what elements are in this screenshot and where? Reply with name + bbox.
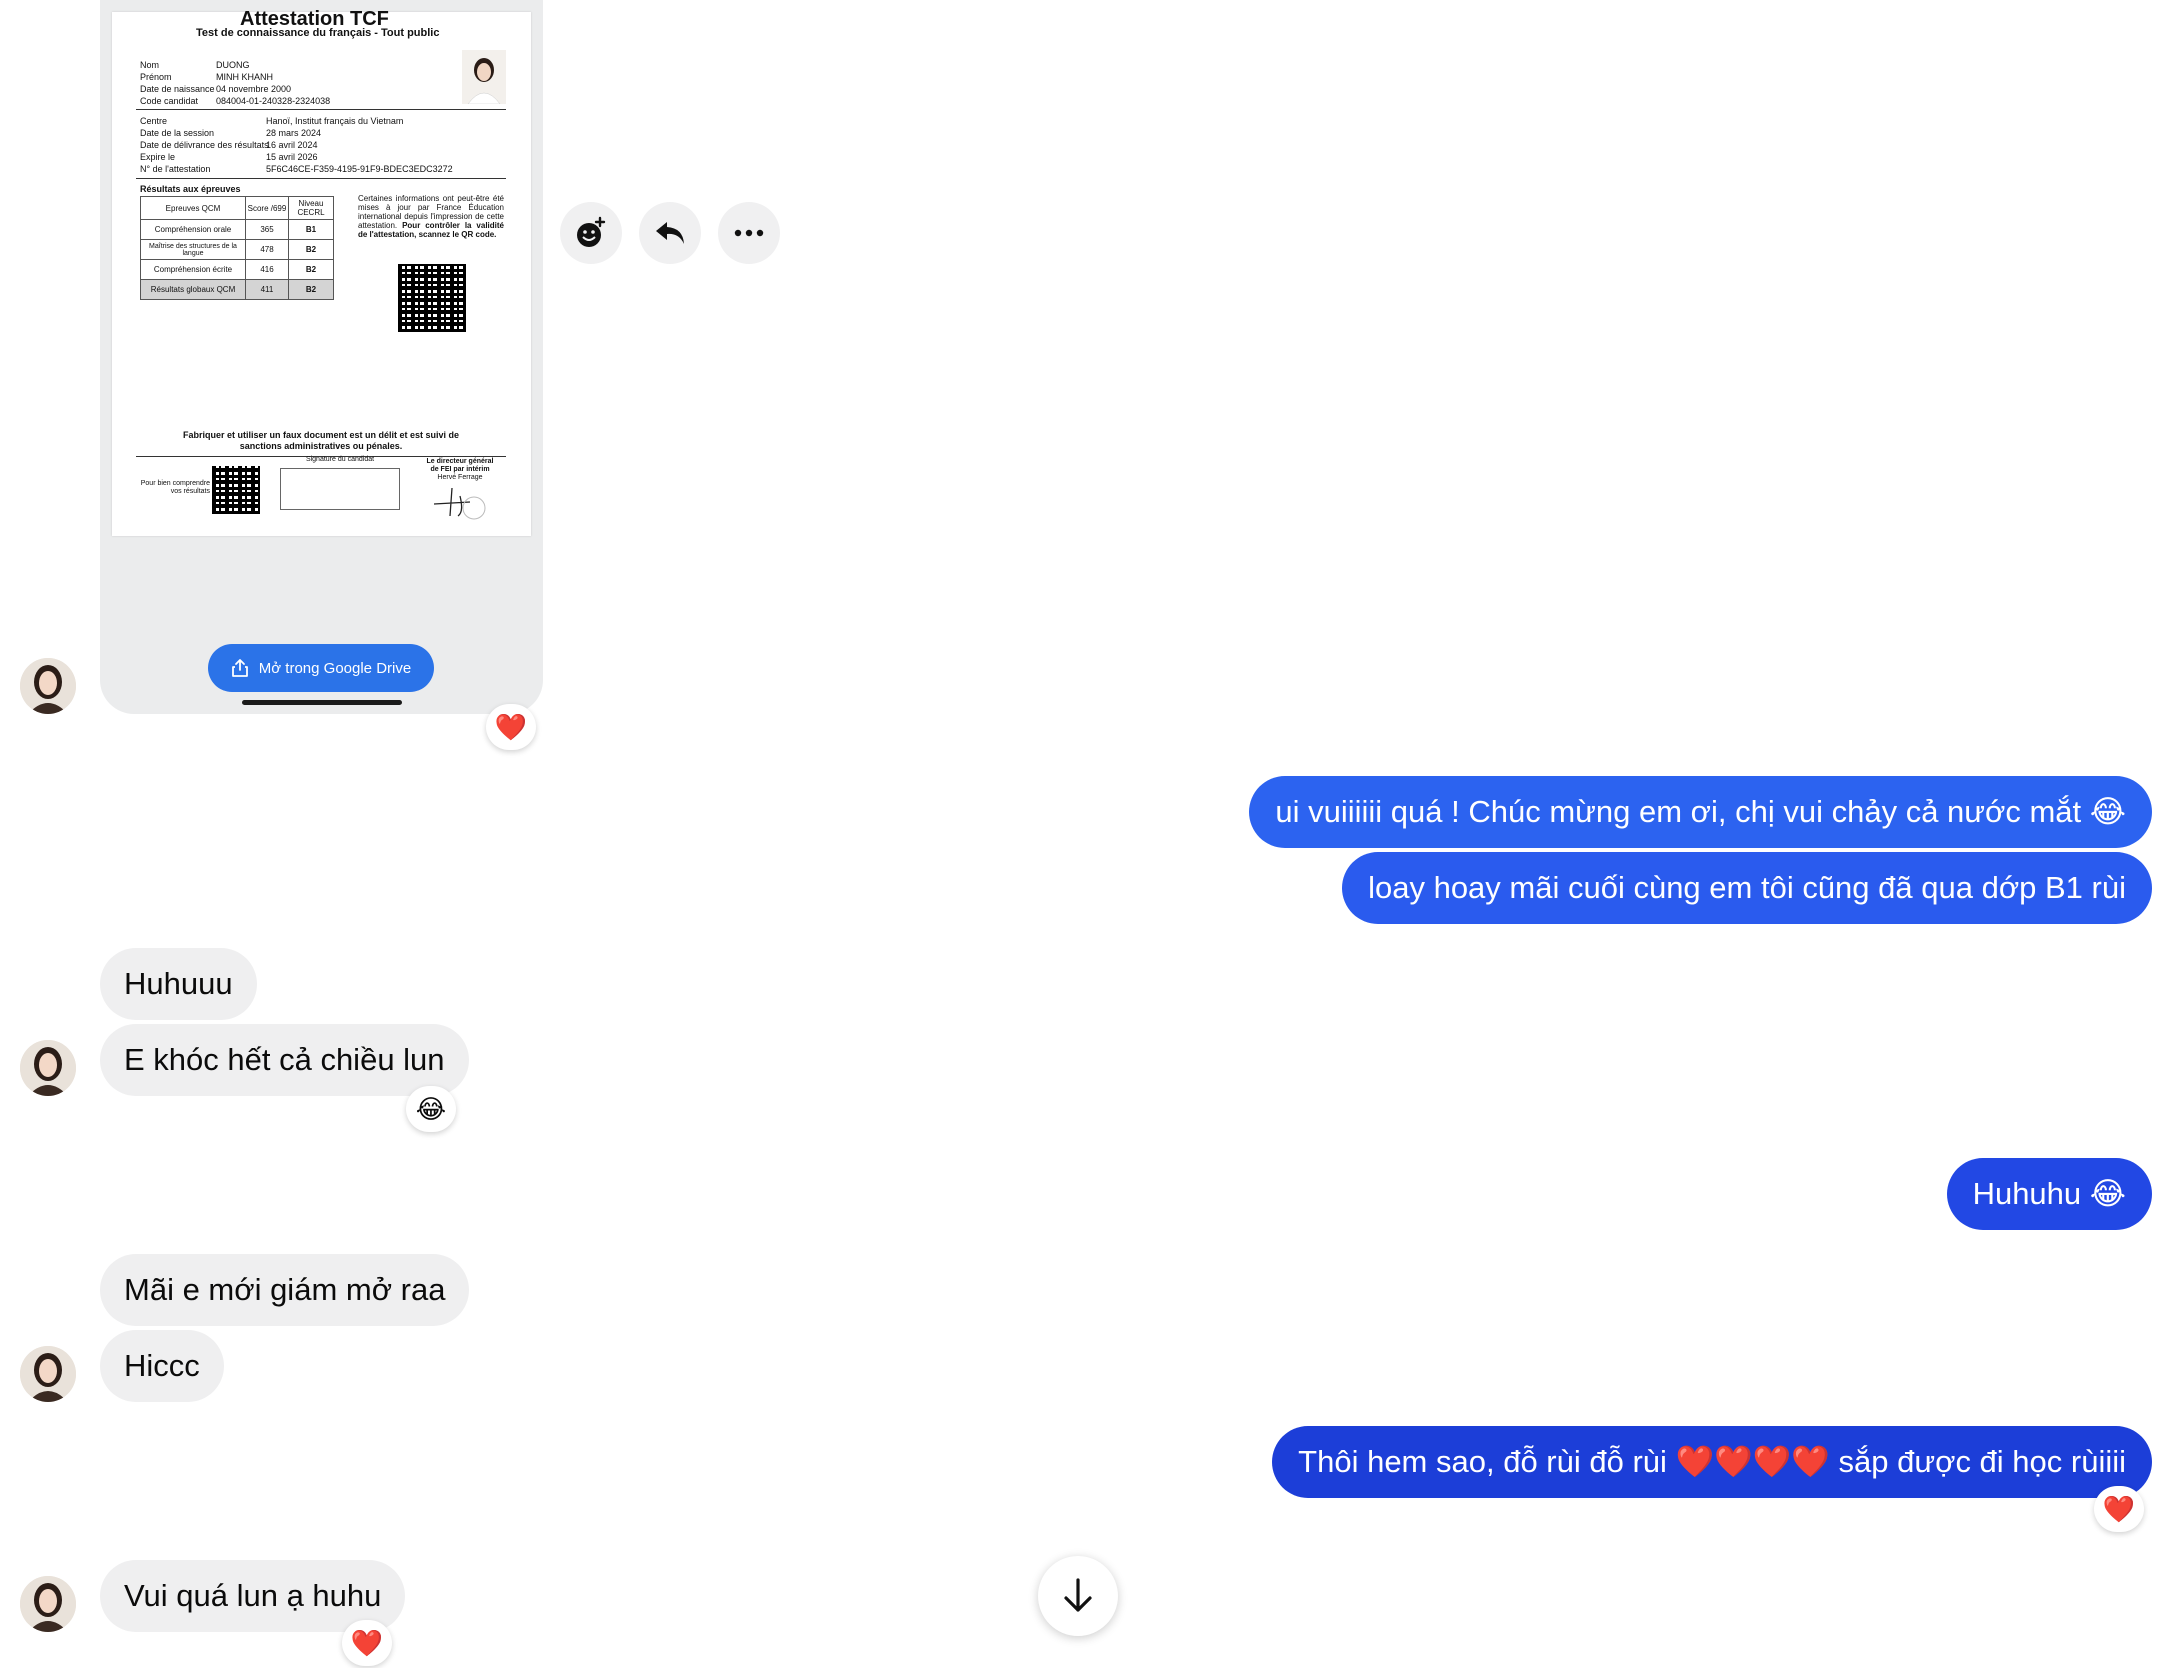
heart-icon: ❤️ xyxy=(350,1627,384,1658)
contact-avatar[interactable] xyxy=(20,1346,76,1402)
info-note: Certaines informations ont peut-être été… xyxy=(358,194,504,239)
table-cell: Compréhension orale xyxy=(141,220,246,239)
scroll-to-bottom-button[interactable] xyxy=(1038,1556,1118,1636)
table-cell: Maîtrise des structures de la langue xyxy=(141,240,246,259)
reply-icon xyxy=(656,222,684,244)
results-heading: Résultats aux épreuves xyxy=(140,184,241,194)
doc-label: N° de l'attestation xyxy=(140,164,211,174)
arrow-down-icon xyxy=(1064,1578,1092,1612)
table-cell: B1 xyxy=(305,225,317,234)
laughing-emoji-icon: 😂 xyxy=(415,1093,447,1124)
table-cell: 365 xyxy=(246,220,289,239)
open-google-drive-button[interactable]: Mở trong Google Drive xyxy=(208,644,434,692)
doc-label: Date de délivrance des résultats xyxy=(140,140,269,150)
signature-label: Signature du candidat xyxy=(305,456,375,463)
table-header: Niveau CECRL xyxy=(297,199,325,217)
incoming-message[interactable]: Huhuuu xyxy=(100,948,257,1020)
doc-value: 28 mars 2024 xyxy=(266,128,322,138)
incoming-message[interactable]: E khóc hết cả chiều lun xyxy=(100,1024,469,1096)
table-header-row: Epreuves QCM Score /699 Niveau CECRL xyxy=(141,197,333,220)
add-reaction-icon xyxy=(577,216,606,247)
table-cell: Compréhension écrite xyxy=(141,260,246,279)
director-title: Le directeur général de FEI par intérim xyxy=(426,458,494,473)
signature-box xyxy=(280,468,400,510)
avatar-image xyxy=(20,1040,76,1096)
table-cell: Résultats globaux QCM xyxy=(141,280,246,299)
incoming-message[interactable]: Mãi e mới giám mở raa xyxy=(100,1254,470,1326)
director-name: Hervé Ferrage xyxy=(437,474,483,481)
doc-value: 5F6C46CE-F359-4195-91F9-BDEC3EDC3272 xyxy=(266,164,453,174)
incoming-message[interactable]: Hiccc xyxy=(100,1330,224,1402)
more-button[interactable] xyxy=(718,202,780,264)
doc-subtitle: Test de connaissance du français - Tout … xyxy=(196,27,440,39)
director-signature xyxy=(433,487,486,520)
footer-note: Pour bien comprendre vos résultats xyxy=(140,480,210,495)
reaction-chip[interactable]: ❤️ xyxy=(486,704,536,750)
doc-divider xyxy=(136,178,506,179)
outgoing-message[interactable]: Huhuhu 😂 xyxy=(1946,1158,2152,1230)
doc-label: Date de la session xyxy=(140,128,215,138)
share-icon xyxy=(231,659,248,677)
more-icon xyxy=(734,229,764,237)
table-row: Compréhension écrite 416 B2 xyxy=(141,260,333,280)
doc-value: 084004-01-240328-2324038 xyxy=(216,96,331,106)
reaction-chip[interactable]: 😂 xyxy=(406,1086,456,1132)
document-preview[interactable]: Attestation TCF Test de connaissance du … xyxy=(112,8,531,536)
table-cell: B2 xyxy=(305,265,317,274)
table-row: Maîtrise des structures de la langue 478… xyxy=(141,240,333,260)
table-row: Résultats globaux QCM 411 B2 xyxy=(141,280,333,299)
verification-qr-code xyxy=(398,264,466,332)
doc-value: DUONG xyxy=(216,60,250,70)
open-google-drive-label: Mở trong Google Drive xyxy=(258,659,412,677)
contact-avatar[interactable] xyxy=(20,1040,76,1096)
doc-label: Nom xyxy=(140,60,160,70)
results-table: Epreuves QCM Score /699 Niveau CECRL Com… xyxy=(140,196,334,300)
avatar-image xyxy=(20,1346,76,1402)
candidate-photo xyxy=(462,50,506,105)
doc-label: Centre xyxy=(140,116,168,126)
home-indicator xyxy=(242,700,402,705)
doc-value: MINH KHANH xyxy=(216,72,274,82)
doc-value: 04 novembre 2000 xyxy=(216,84,292,94)
outgoing-message[interactable]: ui vuiiiiii quá ! Chúc mừng em ơi, chị v… xyxy=(1249,776,2152,848)
doc-label: Prénom xyxy=(140,72,172,82)
table-cell: B2 xyxy=(305,285,317,294)
doc-label: Date de naissance xyxy=(140,84,215,94)
heart-icon: ❤️ xyxy=(2102,1493,2136,1524)
reply-button[interactable] xyxy=(639,202,701,264)
table-cell: 411 xyxy=(246,280,289,299)
avatar-image xyxy=(20,1576,76,1632)
outgoing-message[interactable]: Thôi hem sao, đỗ rùi đỗ rùi ❤️❤️❤️❤️ sắp… xyxy=(1272,1426,2152,1498)
reaction-chip[interactable]: ❤️ xyxy=(342,1620,392,1666)
doc-divider xyxy=(136,109,506,110)
table-cell: 416 xyxy=(246,260,289,279)
table-header: Score /699 xyxy=(246,197,289,219)
heart-icon: ❤️ xyxy=(494,711,528,742)
table-cell: 478 xyxy=(246,240,289,259)
table-row: Compréhension orale 365 B1 xyxy=(141,220,333,240)
contact-avatar[interactable] xyxy=(20,1576,76,1632)
doc-label: Expire le xyxy=(140,152,176,162)
add-reaction-button[interactable] xyxy=(560,202,622,264)
doc-value: 16 avril 2024 xyxy=(266,140,318,150)
table-header: Epreuves QCM xyxy=(141,197,246,219)
warning-text: Fabriquer et utiliser un faux document e… xyxy=(182,430,460,451)
doc-value: 15 avril 2026 xyxy=(266,152,318,162)
table-cell: B2 xyxy=(305,245,317,254)
results-qr-code xyxy=(212,466,260,514)
reaction-chip[interactable]: ❤️ xyxy=(2094,1486,2144,1532)
contact-avatar[interactable] xyxy=(20,658,76,714)
outgoing-message[interactable]: loay hoay mãi cuối cùng em tôi cũng đã q… xyxy=(1342,852,2152,924)
doc-label: Code candidat xyxy=(140,96,199,106)
doc-value: Hanoï, Institut français du Vietnam xyxy=(266,116,404,126)
avatar-image xyxy=(20,658,76,714)
